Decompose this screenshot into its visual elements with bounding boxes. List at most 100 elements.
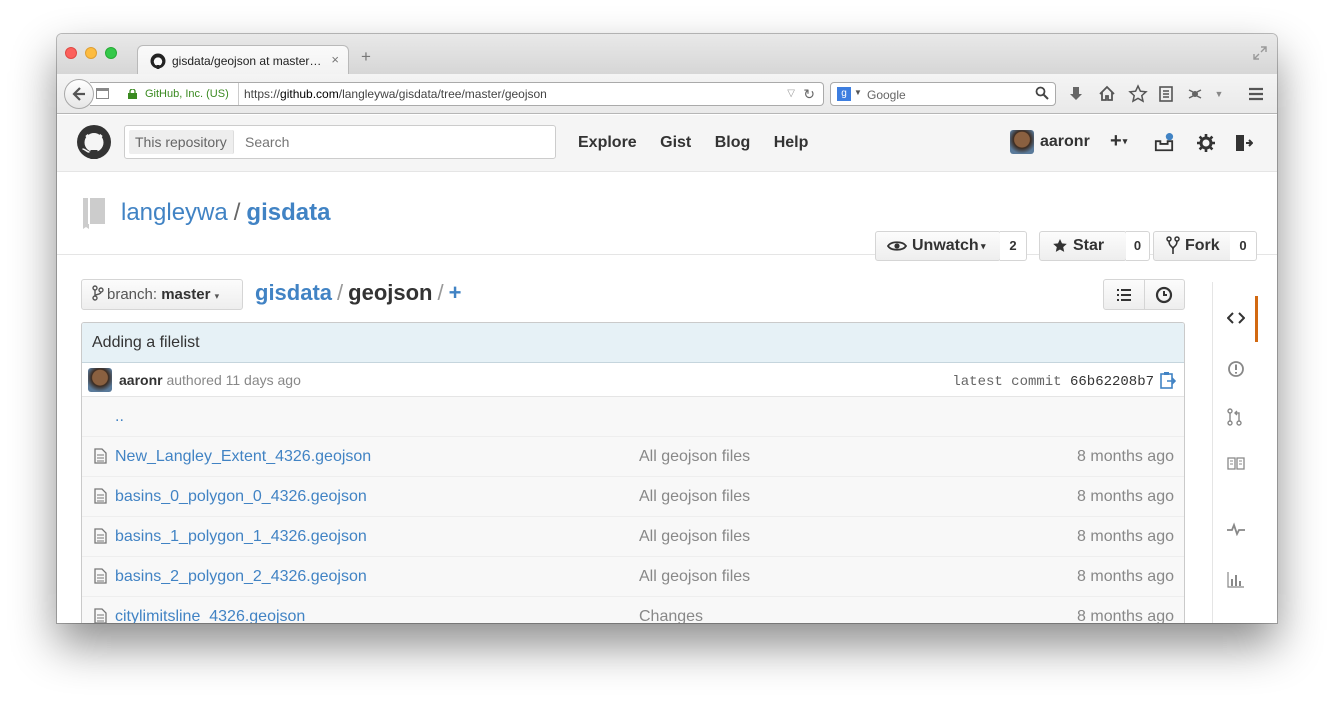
home-icon[interactable] <box>1097 84 1117 104</box>
search-icon[interactable] <box>1035 86 1049 100</box>
tab-title: gisdata/geojson at master… <box>172 54 322 68</box>
nav-gist[interactable]: Gist <box>660 134 691 151</box>
url-text[interactable]: https://github.com/langleywa/gisdata/tre… <box>238 83 547 105</box>
star-label: Star <box>1073 237 1105 254</box>
addon-icon[interactable] <box>1185 84 1205 104</box>
unwatch-button[interactable]: Unwatch ▾ <box>875 231 1001 261</box>
sidebar-item-code[interactable] <box>1213 296 1258 342</box>
create-new-button[interactable]: +▾ <box>1110 130 1127 153</box>
latest-commit-message[interactable]: Adding a filelist <box>82 323 1184 363</box>
browser-tab[interactable]: gisdata/geojson at master… × <box>137 45 349 75</box>
file-commit-message[interactable]: All geojson files <box>639 557 750 596</box>
url-path: /langleywa/gisdata/tree/master/geojson <box>338 87 547 101</box>
new-file-button[interactable]: + <box>449 280 462 305</box>
nav-explore[interactable]: Explore <box>578 134 637 151</box>
file-icon <box>94 448 107 464</box>
latest-commit: latest commit 66b62208b7 <box>952 374 1154 390</box>
notifications-icon[interactable] <box>1154 133 1174 153</box>
wiki-book-icon <box>1227 457 1245 470</box>
file-icon <box>94 608 107 623</box>
table-row: basins_2_polygon_2_4326.geojson All geoj… <box>82 557 1184 597</box>
branch-name: master <box>161 286 211 303</box>
unwatch-label: Unwatch <box>912 237 979 254</box>
reload-icon[interactable]: ↻ <box>803 83 815 105</box>
zoom-window-button[interactable] <box>105 47 117 59</box>
avatar[interactable] <box>1010 130 1034 154</box>
repo-owner-link[interactable]: langleywa <box>121 199 228 226</box>
minimize-window-button[interactable] <box>85 47 97 59</box>
menu-icon[interactable] <box>1246 84 1266 104</box>
close-window-button[interactable] <box>65 47 77 59</box>
file-name-link[interactable]: basins_0_polygon_0_4326.geojson <box>115 477 367 516</box>
fullscreen-icon[interactable] <box>1253 46 1267 60</box>
file-commit-message[interactable]: Changes <box>639 597 703 623</box>
copy-sha-clipboard-icon[interactable] <box>1160 371 1176 389</box>
file-icon <box>94 528 107 544</box>
github-search-input[interactable] <box>245 134 545 150</box>
page-identity-icon[interactable] <box>96 88 109 99</box>
list-view-icon[interactable] <box>1116 288 1132 302</box>
file-commit-message[interactable]: All geojson files <box>639 437 750 476</box>
file-age: 8 months ago <box>1077 488 1174 505</box>
download-icon[interactable] <box>1066 84 1086 104</box>
ssl-organization[interactable]: GitHub, Inc. (US) <box>145 83 229 105</box>
username[interactable]: aaronr <box>1040 133 1090 151</box>
plus-icon: + <box>1110 130 1122 152</box>
addon-dropdown-icon[interactable]: ▼ <box>1209 84 1229 104</box>
file-age: 8 months ago <box>1077 528 1174 545</box>
history-icon[interactable] <box>1155 286 1173 304</box>
nav-help[interactable]: Help <box>774 134 809 151</box>
latest-commit-label: latest commit <box>952 374 1062 390</box>
file-name-link[interactable]: basins_2_polygon_2_4326.geojson <box>115 557 367 596</box>
sidebar-item-issues[interactable] <box>1213 346 1258 392</box>
search-placeholder[interactable]: Google <box>867 88 906 102</box>
repo-title: langleywa / gisdata <box>121 199 330 227</box>
sidebar-item-pull-requests[interactable] <box>1213 394 1258 440</box>
parent-dir-link[interactable]: .. <box>115 397 124 436</box>
new-tab-button[interactable]: + <box>361 48 371 65</box>
file-name-link[interactable]: New_Langley_Extent_4326.geojson <box>115 437 371 476</box>
search-scope-label[interactable]: This repository <box>129 130 234 154</box>
github-favicon-icon <box>150 53 166 69</box>
watch-count[interactable]: 2 <box>1000 231 1027 261</box>
avatar[interactable] <box>88 368 112 392</box>
commit-author-link[interactable]: aaronr <box>119 372 163 388</box>
url-history-dropdown-icon[interactable]: ▽ <box>787 83 795 105</box>
tab-close-icon[interactable]: × <box>331 52 339 67</box>
back-button[interactable] <box>64 79 94 109</box>
star-count[interactable]: 0 <box>1126 231 1150 261</box>
breadcrumb-repo-link[interactable]: gisdata <box>255 280 332 305</box>
repo-name-link[interactable]: gisdata <box>246 199 330 226</box>
file-name-link[interactable]: citylimitsline_4326.geojson <box>115 597 305 623</box>
github-octocat-icon[interactable] <box>77 125 111 159</box>
branch-selector[interactable]: branch: master ▾ <box>81 279 243 310</box>
file-age: 8 months ago <box>1077 608 1174 623</box>
sidebar-item-graphs[interactable] <box>1213 556 1258 602</box>
reading-list-icon[interactable] <box>1156 84 1176 104</box>
file-table: Adding a filelist aaronr authored 11 day… <box>81 322 1185 623</box>
browser-toolbar: GitHub, Inc. (US) https://github.com/lan… <box>57 74 1277 114</box>
commit-author-line: aaronr authored 11 days ago <box>119 372 301 388</box>
google-engine-icon[interactable]: g <box>837 87 851 101</box>
nav-blog[interactable]: Blog <box>715 134 751 151</box>
file-commit-message[interactable]: All geojson files <box>639 517 750 556</box>
sign-out-icon[interactable] <box>1233 133 1253 153</box>
fork-count[interactable]: 0 <box>1230 231 1257 261</box>
fork-button[interactable]: Fork <box>1153 231 1241 261</box>
github-search-box[interactable]: This repository <box>124 125 556 159</box>
engine-dropdown-icon[interactable]: ▼ <box>854 88 862 97</box>
commit-sha-link[interactable]: 66b62208b7 <box>1070 374 1154 390</box>
branch-icon <box>92 285 104 301</box>
sidebar-item-wiki[interactable] <box>1213 442 1258 488</box>
star-button[interactable]: Star <box>1039 231 1127 261</box>
file-commit-message[interactable]: All geojson files <box>639 477 750 516</box>
search-bar[interactable]: g ▼ Google <box>830 82 1056 106</box>
commit-authored-time: authored 11 days ago <box>166 372 301 388</box>
settings-gear-icon[interactable] <box>1196 133 1216 153</box>
url-bar[interactable]: GitHub, Inc. (US) https://github.com/lan… <box>90 82 824 106</box>
file-name-link[interactable]: basins_1_polygon_1_4326.geojson <box>115 517 367 556</box>
repo-sidebar-nav <box>1212 282 1258 623</box>
bookmark-star-icon[interactable] <box>1128 84 1148 104</box>
star-icon <box>1053 239 1067 252</box>
sidebar-item-pulse[interactable] <box>1213 508 1258 554</box>
